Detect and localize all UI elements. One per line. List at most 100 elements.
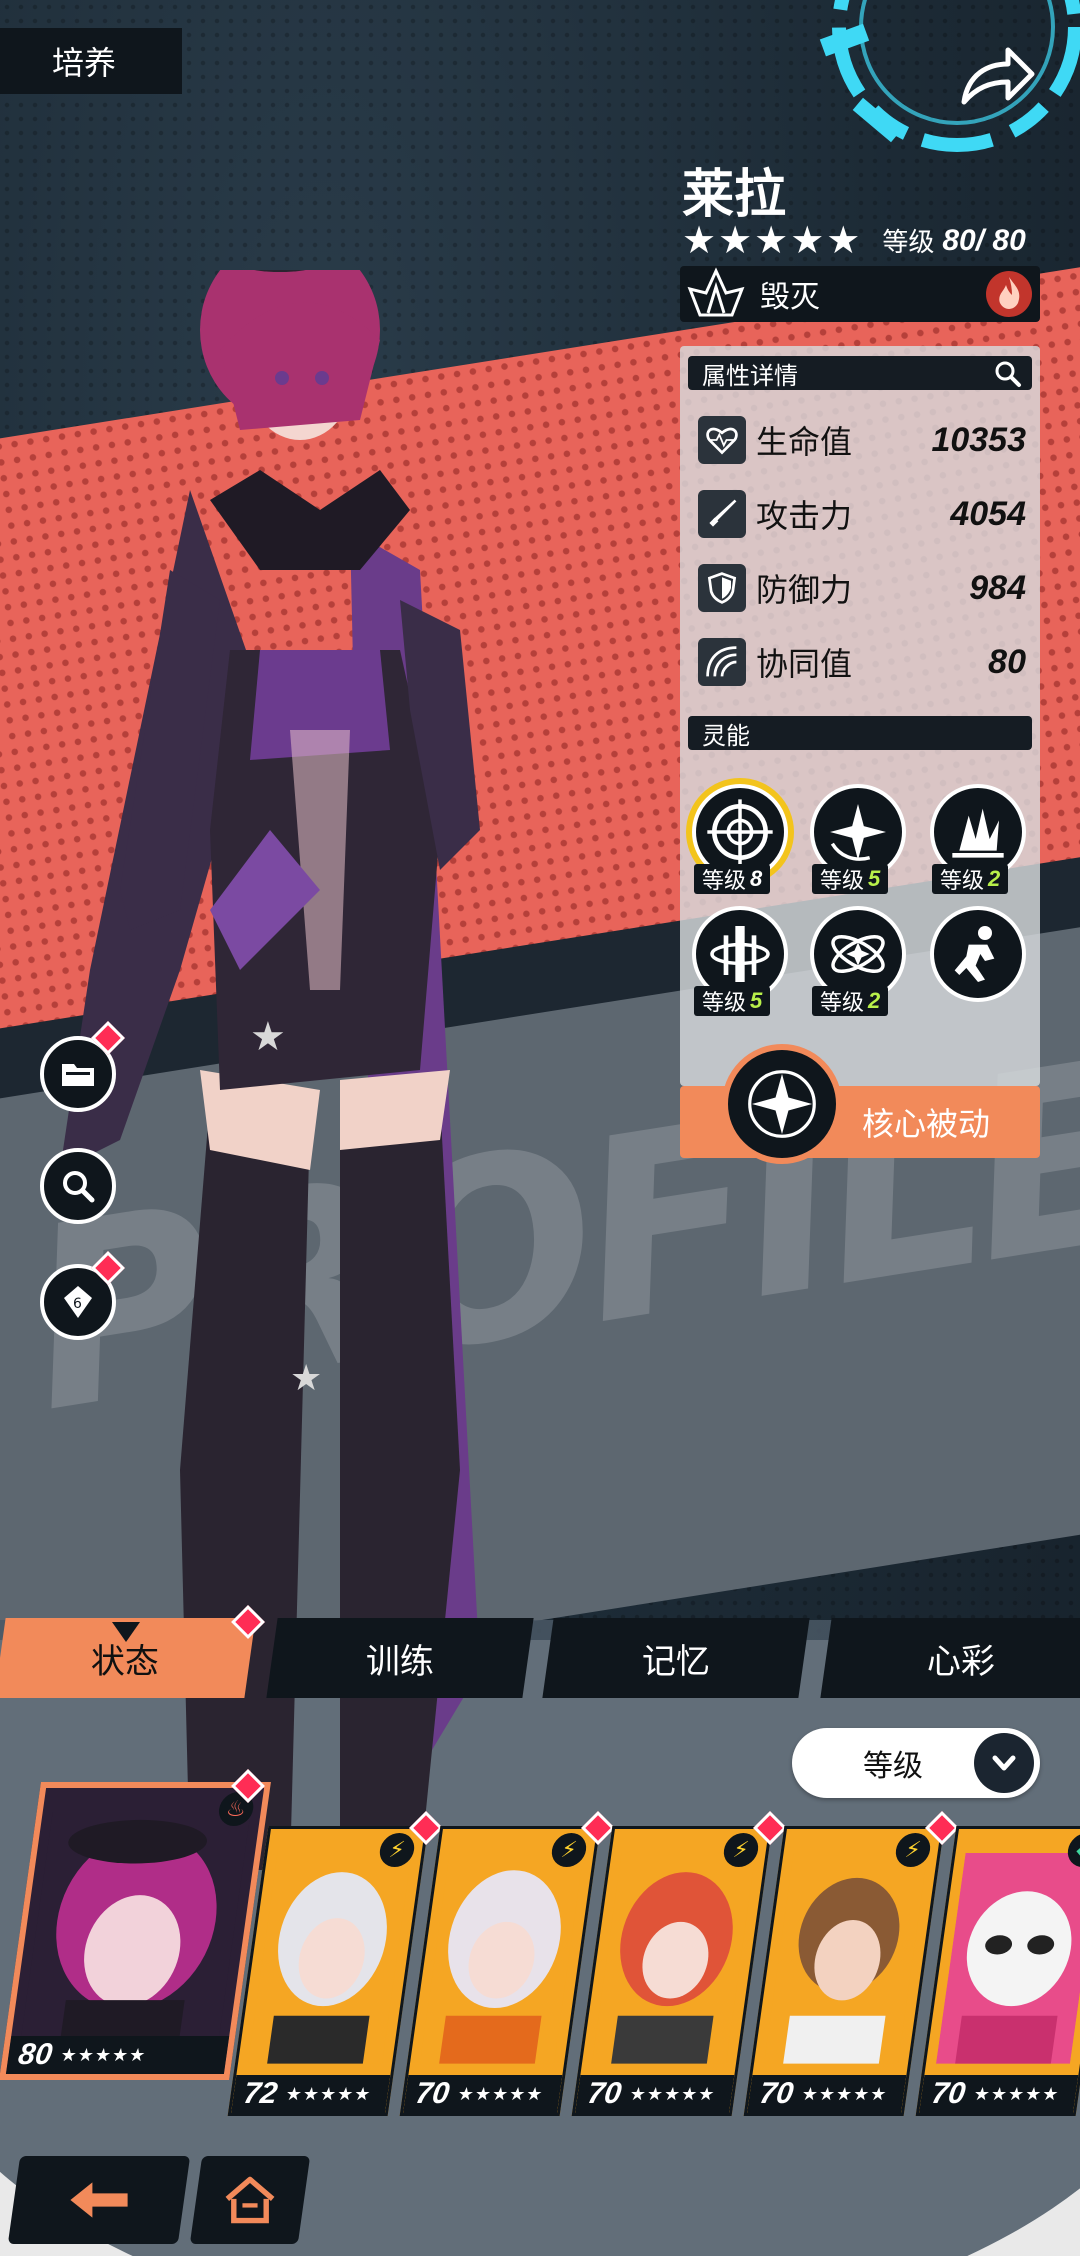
core-passive-label: 核心被动 <box>861 1106 990 1142</box>
back-arrow-icon <box>70 2182 128 2218</box>
synergy-icon <box>698 638 746 686</box>
stat-row-hp: 生命值 10353 <box>698 410 1026 470</box>
search-icon[interactable] <box>994 360 1022 388</box>
skill-level-value: 8 <box>750 866 763 891</box>
share-arrow-icon[interactable] <box>958 40 1038 110</box>
folder-icon <box>62 1064 94 1086</box>
character-rarity-row: ★★★★★ 等级 80/ 80 <box>682 218 1026 263</box>
lightning-element-icon: ⚡ <box>721 1833 761 1867</box>
character-name: 莱拉 <box>682 166 787 224</box>
shield-icon <box>698 564 746 612</box>
tab-memory[interactable]: 记忆 <box>542 1618 810 1698</box>
crosshair-skill-icon <box>707 799 773 865</box>
portrait-panda <box>935 1853 1080 2064</box>
tab-training[interactable]: 训练 <box>266 1618 534 1698</box>
roster-stars: ★★★★★ <box>59 2044 148 2065</box>
roster-level: 70 <box>929 2077 968 2110</box>
skill-level-value: 2 <box>988 866 1001 891</box>
roster-card-footer: 70 ★★★★★ <box>919 2075 1079 2113</box>
svg-text:★: ★ <box>250 1015 286 1059</box>
roster-stars: ★★★★★ <box>628 2083 717 2104</box>
sword-icon <box>698 490 746 538</box>
active-tab-caret-icon <box>112 1622 140 1642</box>
lightning-element-icon: ⚡ <box>377 1833 417 1867</box>
skill-level-label: 等级 <box>702 990 747 1015</box>
attributes-header-label: 属性详情 <box>702 362 798 390</box>
stat-value: 984 <box>969 568 1026 607</box>
stat-value: 80 <box>988 642 1026 681</box>
decorative-ring-icon <box>819 0 1080 152</box>
skill-2-level: 等级 5 <box>812 864 889 894</box>
tab-label: 心彩 <box>927 1642 995 1681</box>
skill-level-label: 等级 <box>820 868 865 893</box>
skill-6-button[interactable] <box>930 906 1026 1002</box>
roster-stars: ★★★★★ <box>456 2083 545 2104</box>
portrait-white-hair <box>247 1853 412 2064</box>
stat-value: 10353 <box>931 420 1026 459</box>
gem-icon: 6 <box>64 1286 92 1318</box>
sparkle-star-skill-icon <box>830 804 886 861</box>
faction-bar[interactable]: 毁灭 <box>680 266 1040 322</box>
home-button[interactable] <box>189 2156 311 2244</box>
orbit-skill-icon <box>831 934 885 974</box>
roster-stars: ★★★★★ <box>972 2083 1061 2104</box>
page-title-text: 培养 <box>52 45 117 81</box>
portrait-silver-hair <box>419 1853 584 2064</box>
fire-element-icon <box>986 271 1032 317</box>
svg-text:6: 6 <box>73 1296 82 1312</box>
lightning-element-icon: ⚡ <box>549 1833 589 1867</box>
stat-row-attack: 攻击力 4054 <box>698 484 1026 544</box>
back-button[interactable] <box>7 2156 191 2244</box>
skill-level-value: 5 <box>750 988 763 1013</box>
core-passive-icon[interactable] <box>722 1044 842 1164</box>
psionic-header-label: 灵能 <box>702 722 750 750</box>
roster-card-footer: 70 ★★★★★ <box>403 2075 563 2113</box>
roster-card-footer: 70 ★★★★★ <box>747 2075 907 2113</box>
roster-level: 70 <box>585 2077 624 2110</box>
level-label: 等级 <box>882 227 935 257</box>
tab-heart-color[interactable]: 心彩 <box>820 1618 1080 1698</box>
stat-row-defense: 防御力 984 <box>698 558 1026 618</box>
stat-label: 防御力 <box>756 572 853 608</box>
stat-label: 协同值 <box>756 646 853 682</box>
home-icon <box>225 2176 275 2224</box>
dash-skill-icon <box>954 926 995 982</box>
portrait-brown-hair <box>763 1853 928 2064</box>
skill-4-level: 等级 5 <box>694 986 771 1016</box>
portrait-red-hair <box>591 1853 756 2064</box>
inspect-button[interactable] <box>40 1148 116 1224</box>
stat-label: 生命值 <box>756 424 853 460</box>
sort-label: 等级 <box>863 1750 923 1783</box>
roster-level: 80 <box>16 2038 55 2071</box>
star-core-icon <box>748 1070 816 1138</box>
destruction-emblem-icon <box>687 267 745 317</box>
skill-1-level: 等级 8 <box>694 864 771 894</box>
roster-level: 70 <box>757 2077 796 2110</box>
portrait-leila <box>19 1812 251 2050</box>
attributes-header[interactable]: 属性详情 <box>688 356 1032 390</box>
roster-card-footer: 80 ★★★★★ <box>5 2036 230 2074</box>
burst-skill-icon <box>952 808 1004 858</box>
skill-level-label: 等级 <box>820 990 865 1015</box>
skill-level-label: 等级 <box>702 868 747 893</box>
roster-level: 70 <box>413 2077 452 2110</box>
heart-icon <box>698 416 746 464</box>
roster-level: 72 <box>241 2077 280 2110</box>
chevron-down-icon <box>974 1733 1034 1793</box>
skill-level-value: 5 <box>868 866 881 891</box>
tab-label: 记忆 <box>642 1642 710 1681</box>
lightning-element-icon: ⚡ <box>893 1833 933 1867</box>
roster-card-footer: 70 ★★★★★ <box>575 2075 735 2113</box>
rarity-stars: ★★★★★ <box>682 220 863 262</box>
magnifier-icon <box>63 1171 95 1203</box>
roster-card-footer: 72 ★★★★★ <box>231 2075 391 2113</box>
roster-card-selected[interactable]: ♨ 80 ★★★★★ <box>0 1782 271 2080</box>
skill-5-level: 等级 2 <box>812 986 889 1016</box>
skill-level-value: 2 <box>868 988 881 1013</box>
sort-dropdown[interactable]: 等级 <box>792 1728 1040 1798</box>
stat-value: 4054 <box>950 494 1026 533</box>
psionic-header: 灵能 <box>688 716 1032 750</box>
roster-stars: ★★★★★ <box>284 2083 373 2104</box>
roster-stars: ★★★★★ <box>800 2083 889 2104</box>
page-title: 培养 <box>0 28 182 94</box>
